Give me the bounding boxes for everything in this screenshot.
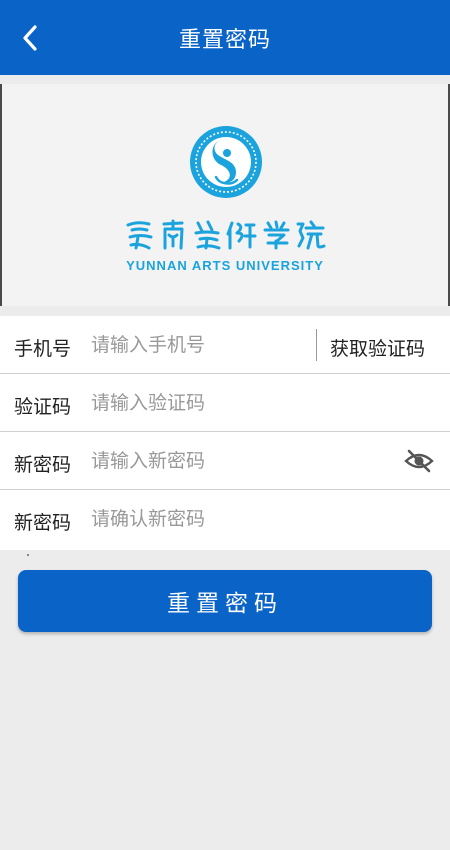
new-password-input[interactable]: [88, 444, 314, 478]
logo-banner: YUNNAN ARTS UNIVERSITY: [0, 84, 450, 306]
new-password-label: 新密码: [14, 454, 72, 476]
stray-dot: [27, 554, 29, 556]
university-calligraphy-logo: [126, 219, 326, 250]
phone-row: 手机号 获取验证码: [0, 316, 450, 374]
new-password-row: 新密码: [0, 432, 450, 490]
verification-code-label: 验证码: [14, 396, 72, 418]
app-header: 重置密码: [0, 0, 450, 75]
reset-password-form: 手机号 获取验证码 验证码 新密码 新密码: [0, 316, 450, 550]
eye-off-icon[interactable]: [404, 448, 434, 474]
verification-code-row: 验证码: [0, 374, 450, 432]
university-name-en: YUNNAN ARTS UNIVERSITY: [126, 258, 324, 273]
get-verification-code-button[interactable]: 获取验证码: [330, 334, 425, 361]
university-emblem-icon: [190, 126, 262, 198]
page-title: 重置密码: [178, 28, 271, 53]
confirm-password-input[interactable]: [88, 502, 314, 536]
confirm-password-label: 新密码: [14, 512, 72, 534]
verification-code-input[interactable]: [88, 386, 314, 420]
reset-password-button[interactable]: 重置密码: [18, 570, 432, 632]
phone-label: 手机号: [14, 338, 72, 360]
confirm-password-row: 新密码: [0, 490, 450, 550]
phone-input[interactable]: [88, 328, 314, 362]
vertical-divider: [316, 329, 317, 361]
